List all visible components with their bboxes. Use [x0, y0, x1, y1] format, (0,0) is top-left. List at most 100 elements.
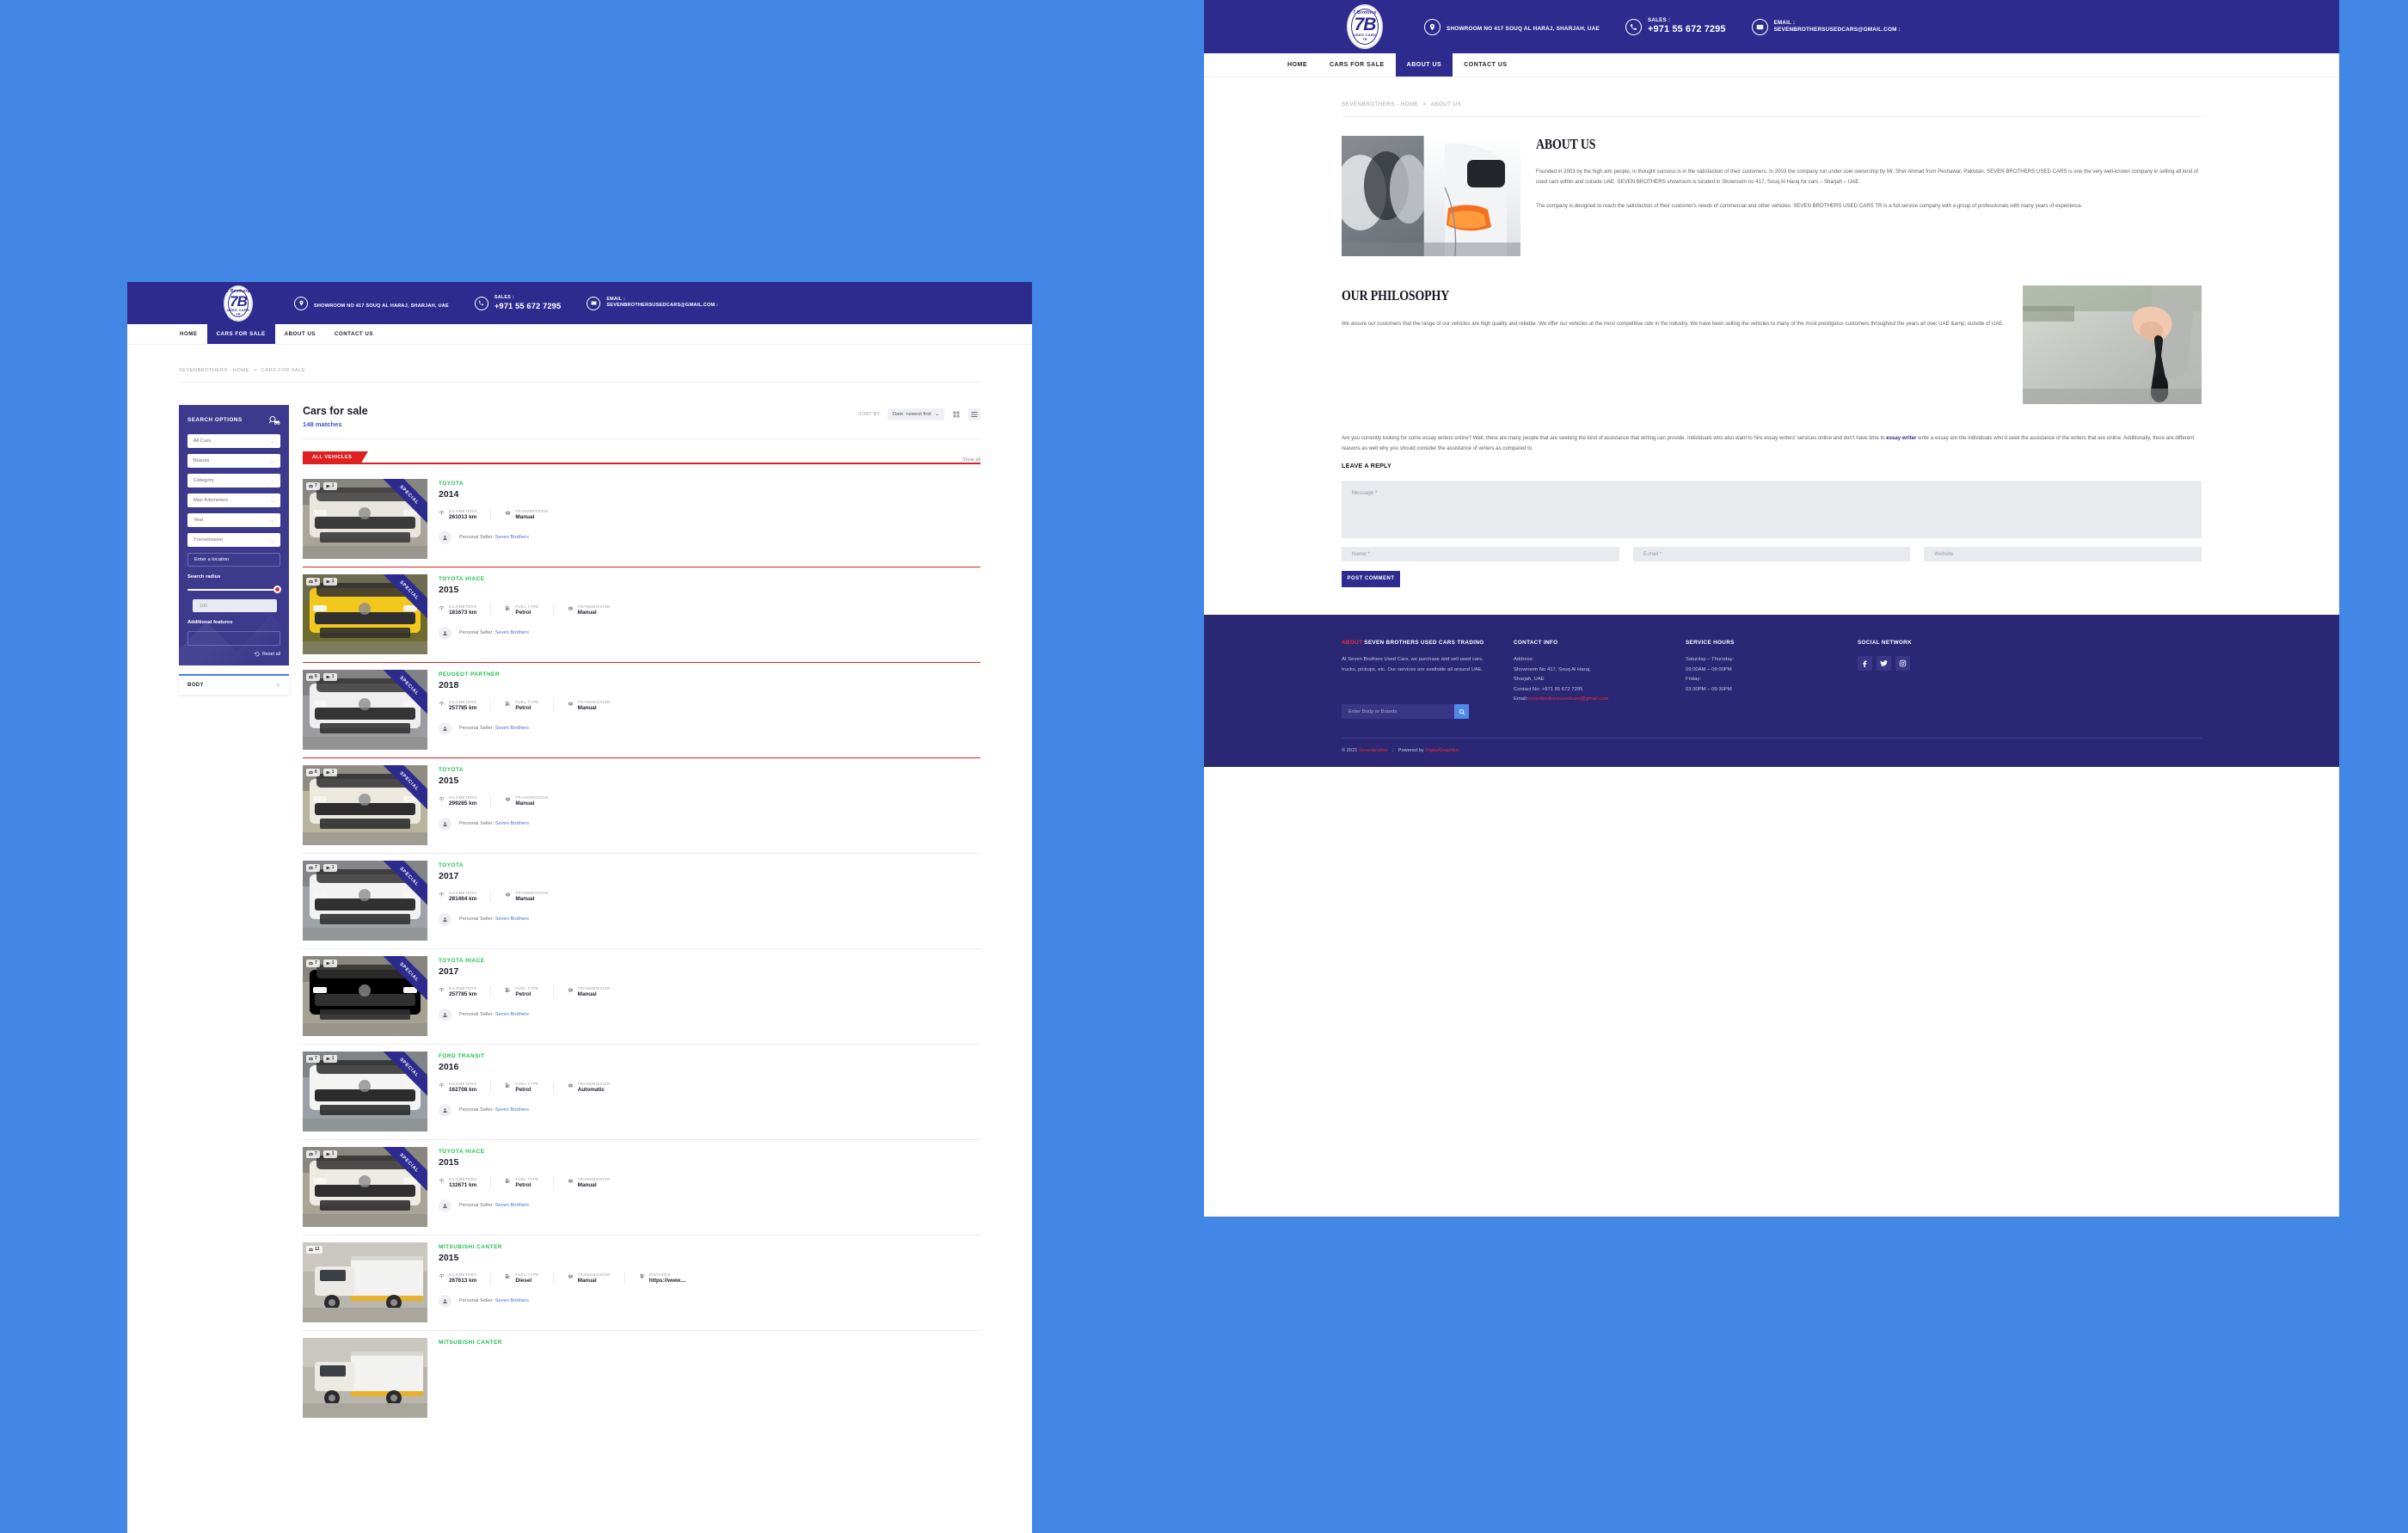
footer-search-input[interactable]: Enter Body or Brands: [1342, 704, 1454, 720]
grid-view-icon[interactable]: [950, 408, 962, 420]
header-sales-phone[interactable]: SALES : +971 55 672 7295: [474, 295, 561, 312]
breadcrumb-divider: [1342, 116, 2202, 117]
copyright-brand-link[interactable]: Sevenbrother: [1359, 748, 1388, 753]
nav-item-contact-us[interactable]: CONTACT US: [325, 324, 383, 344]
table-row[interactable]: 8 1 SPECIAL TOYOTA HIACE 2015 KILOMETERS…: [303, 567, 980, 662]
website-field[interactable]: Website: [1924, 546, 2202, 561]
agency-link[interactable]: DigitalGraphiks: [1425, 748, 1459, 753]
vehicle-brand[interactable]: TOYOTA: [439, 481, 980, 487]
km-icon: [439, 700, 445, 707]
site-logo[interactable]: 7 Brothers 7B USED CARS TR: [224, 285, 253, 322]
show-all-link[interactable]: Show all: [962, 457, 980, 463]
about-paragraph-2: The company is designed to reach the sat…: [1536, 202, 2083, 209]
header-email[interactable]: EMAIL : SEVENBROTHERSUSEDCARS@GMAIL.COM …: [587, 296, 718, 310]
table-row[interactable]: MITSUBISHI CANTER: [303, 1331, 980, 1418]
slider-handle[interactable]: [273, 586, 281, 593]
nav-item-home[interactable]: HOME: [170, 324, 207, 344]
tab-all-vehicles[interactable]: ALL VEHICLES: [303, 451, 369, 464]
vehicle-spec-km: KILOMETERS 281464 km: [439, 890, 492, 902]
vehicle-spec-fuel: FUEL TYPE Diesel: [505, 1272, 554, 1284]
vehicle-brand[interactable]: FORD TRANSIT: [439, 1053, 980, 1059]
breadcrumb-current: ABOUT US: [1430, 101, 1462, 107]
table-row[interactable]: 7 1 SPECIAL TOYOTA 2014 KILOMETERS 26101…: [303, 472, 980, 567]
vehicle-seller-name[interactable]: Seven Brothers: [495, 1203, 529, 1208]
vehicle-brand[interactable]: TOYOTA: [439, 767, 980, 773]
vehicle-thumbnail[interactable]: 7 1 SPECIAL: [303, 860, 427, 941]
breadcrumb-home[interactable]: SEVENBROTHERS - HOME: [179, 368, 249, 373]
vehicle-thumbnail[interactable]: 12: [303, 1242, 427, 1322]
nav-item-about-us[interactable]: ABOUT US: [1395, 53, 1453, 77]
vehicle-brand[interactable]: TOYOTA HIACE: [439, 958, 980, 964]
list-view-icon[interactable]: [968, 408, 980, 420]
twitter-icon[interactable]: [1877, 656, 1891, 671]
filter-select-max-kilometers[interactable]: Max Kilometers ⌄: [187, 494, 280, 507]
vehicle-seller-name[interactable]: Seven Brothers: [495, 535, 529, 540]
vehicle-brand[interactable]: TOYOTA: [439, 862, 980, 868]
vehicle-brand[interactable]: TOYOTA HIACE: [439, 576, 980, 582]
breadcrumb-home[interactable]: SEVENBROTHERS - HOME: [1342, 101, 1418, 107]
additional-features-input[interactable]: [187, 631, 280, 646]
vehicle-brand[interactable]: MITSUBISHI CANTER: [439, 1244, 980, 1250]
search-icon[interactable]: [1454, 704, 1469, 720]
vehicle-thumbnail[interactable]: 8 1 SPECIAL: [303, 573, 427, 654]
header-sales-phone[interactable]: SALES : +971 55 672 7295: [1625, 17, 1726, 37]
instagram-icon[interactable]: [1895, 656, 1910, 671]
email-field[interactable]: E-mail *: [1632, 546, 1911, 561]
vehicle-listings: 7 1 SPECIAL TOYOTA 2014 KILOMETERS 26101…: [303, 472, 980, 1418]
footer-phone[interactable]: Contact No: +971 55 672 7295: [1514, 687, 1582, 692]
video-count-value: 1: [331, 579, 335, 585]
table-row[interactable]: 7 1 SPECIAL TOYOTA HIACE 2015 KILOMETERS…: [303, 1140, 980, 1235]
name-field[interactable]: Name *: [1342, 546, 1619, 561]
location-input[interactable]: Enter a location: [187, 553, 280, 567]
vehicle-thumbnail[interactable]: [303, 1337, 427, 1418]
vehicle-seller-name[interactable]: Seven Brothers: [495, 1298, 529, 1303]
vehicle-seller-name[interactable]: Seven Brothers: [495, 726, 529, 731]
vehicle-thumbnail[interactable]: 6 1 SPECIAL: [303, 669, 427, 750]
plus-icon[interactable]: +: [276, 681, 280, 690]
vehicle-seller-name[interactable]: Seven Brothers: [495, 917, 529, 922]
vehicle-seller-name[interactable]: Seven Brothers: [495, 821, 529, 826]
filter-select-year[interactable]: Year ⌄: [187, 513, 280, 527]
reset-all-button[interactable]: Reset all: [187, 652, 280, 657]
filter-select-category[interactable]: Category ⌄: [187, 474, 280, 487]
search-radius-slider[interactable]: [187, 586, 281, 594]
table-row[interactable]: 7 1 SPECIAL TOYOTA 2017 KILOMETERS 28146…: [303, 854, 980, 948]
post-comment-button[interactable]: POST COMMENT: [1342, 570, 1400, 587]
vehicle-seller-name[interactable]: Seven Brothers: [495, 1107, 529, 1113]
filter-select-all-cars[interactable]: All Cars ⌄: [187, 434, 280, 448]
vehicle-thumbnail[interactable]: 6 1 SPECIAL: [303, 764, 427, 845]
vehicle-brand[interactable]: TOYOTA HIACE: [439, 1149, 980, 1155]
body-accordion[interactable]: BODY +: [179, 674, 289, 695]
table-row[interactable]: 7 1 SPECIAL FORD TRANSIT 2016 KILOMETERS…: [303, 1045, 980, 1139]
message-textarea[interactable]: Message *: [1342, 480, 2202, 538]
header-email[interactable]: EMAIL : SEVENBROTHERSUSEDCARS@GMAIL.COM …: [1751, 18, 1901, 35]
nav-item-about-us[interactable]: ABOUT US: [275, 324, 325, 344]
vehicle-brand[interactable]: MITSUBISHI CANTER: [439, 1340, 980, 1346]
vehicle-seller-name[interactable]: Seven Brothers: [495, 1012, 529, 1017]
vehicle-thumbnail[interactable]: 7 1 SPECIAL: [303, 1146, 427, 1227]
table-row[interactable]: 6 1 SPECIAL TOYOTA 2015 KILOMETERS 29928…: [303, 758, 980, 853]
table-row[interactable]: 12 MITSUBISHI CANTER 2015 KILOMETERS 267…: [303, 1236, 980, 1330]
vehicle-brand[interactable]: PEUGEOT PARTNER: [439, 671, 980, 678]
vehicle-thumbnail[interactable]: 7 1 SPECIAL: [303, 955, 427, 1036]
vehicle-seller-name[interactable]: Seven Brothers: [495, 630, 529, 635]
vehicle-thumbnail[interactable]: 7 1 SPECIAL: [303, 478, 427, 559]
table-row[interactable]: 7 1 SPECIAL TOYOTA HIACE 2017 KILOMETERS…: [303, 949, 980, 1044]
table-row[interactable]: 6 1 SPECIAL PEUGEOT PARTNER 2018 KILOMET…: [303, 663, 980, 757]
footer-email-link[interactable]: sevenbrothersusedcars@gmail.com: [1527, 696, 1608, 702]
nav-item-cars-for-sale[interactable]: CARS FOR SALE: [206, 324, 275, 344]
site-logo[interactable]: 7 Brothers 7B USED CARS TR: [1347, 4, 1383, 49]
essay-writer-link[interactable]: essay writer: [1886, 435, 1916, 441]
sort-by-select[interactable]: Date: newest first ⌄: [888, 408, 944, 420]
vehicle-spec-km-label: KILOMETERS: [449, 604, 477, 609]
nav-item-home[interactable]: HOME: [1276, 53, 1318, 77]
filter-select-brands[interactable]: Brands ⌄: [187, 454, 280, 468]
facebook-icon[interactable]: [1858, 656, 1872, 671]
filter-select-transmission[interactable]: Transmission ⌄: [187, 533, 280, 547]
vehicle-thumbnail[interactable]: 7 1 SPECIAL: [303, 1051, 427, 1131]
search-radius-value[interactable]: 100: [193, 599, 277, 612]
vehicle-spec-km-label: KILOMETERS: [449, 794, 477, 800]
nav-item-cars-for-sale[interactable]: CARS FOR SALE: [1318, 53, 1396, 77]
vehicle-spec-km: KILOMETERS 162708 km: [439, 1081, 492, 1093]
nav-item-contact-us[interactable]: CONTACT US: [1453, 53, 1518, 77]
